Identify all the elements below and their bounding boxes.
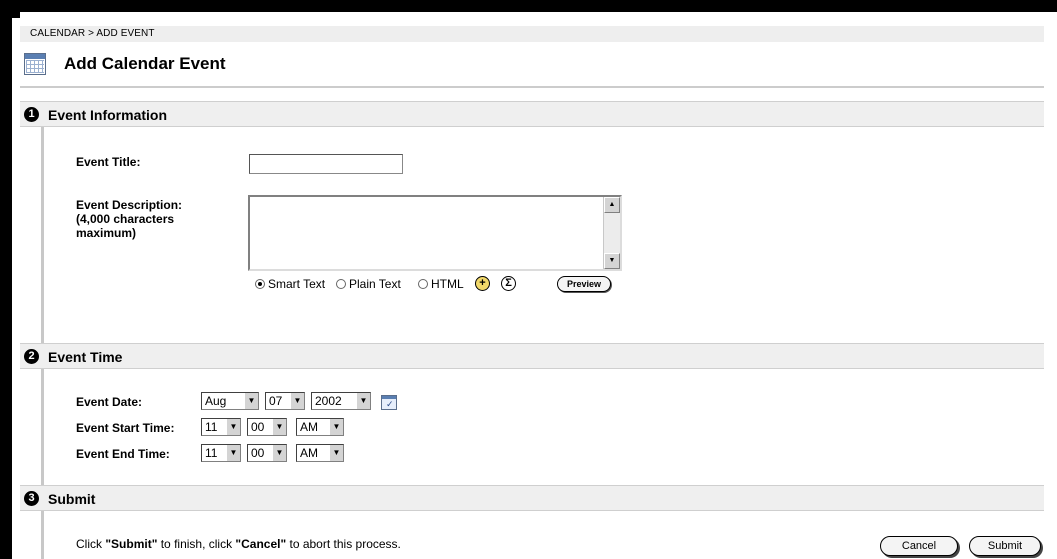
event-description-textarea[interactable]: ▲ ▼ [248,195,622,271]
dropdown-arrow-icon: ▼ [356,393,370,409]
date-month-value: Aug [205,394,227,408]
submit-button[interactable]: Submit [969,536,1041,556]
event-date-label: Event Date: [76,395,143,409]
end-hour-value: 11 [205,446,218,460]
start-hour-select[interactable]: 11 ▼ [201,418,241,436]
sigma-icon[interactable]: Σ [501,276,516,291]
step-number-icon: 2 [24,349,39,364]
window-corner [12,12,20,18]
step-number-icon: 1 [24,107,39,122]
section-guide-line [41,511,44,559]
date-year-value: 2002 [315,394,342,408]
event-title-input[interactable] [249,154,403,174]
section-title: Submit [48,491,96,507]
dropdown-arrow-icon: ▼ [329,445,343,461]
page-title: Add Calendar Event [64,54,226,73]
event-title-label: Event Title: [76,155,141,169]
event-start-time-label: Event Start Time: [76,421,175,435]
dropdown-arrow-icon: ▼ [329,419,343,435]
step-number-icon: 3 [24,491,39,506]
section-submit: 3 Submit [20,485,1044,511]
start-minute-value: 00 [251,420,265,434]
event-end-time-label: Event End Time: [76,447,170,461]
section-title: Event Information [48,107,168,123]
start-ampm-value: AM [300,420,318,434]
end-ampm-select[interactable]: AM ▼ [296,444,344,462]
end-minute-select[interactable]: 00 ▼ [247,444,287,462]
scrollbar[interactable]: ▲ ▼ [603,197,620,269]
start-minute-select[interactable]: 00 ▼ [247,418,287,436]
title-divider [20,86,1044,88]
date-day-value: 07 [269,394,283,408]
cancel-button[interactable]: Cancel [880,536,958,556]
smart-text-label: Smart Text [268,277,326,291]
html-radio[interactable] [418,279,428,289]
event-description-hint-2: maximum) [76,226,137,240]
event-description-hint: (4,000 characters [76,212,175,226]
submit-instructions: Click "Submit" to finish, click "Cancel"… [76,537,401,551]
section-guide-line [41,369,44,485]
dropdown-arrow-icon: ▼ [290,393,304,409]
event-description-label: Event Description: [76,198,183,212]
page-header: Add Calendar Event [20,50,1044,84]
dropdown-arrow-icon: ▼ [272,445,286,461]
plain-text-radio[interactable] [336,279,346,289]
end-ampm-value: AM [300,446,318,460]
plus-circle-icon[interactable]: + [475,276,490,291]
start-ampm-select[interactable]: AM ▼ [296,418,344,436]
html-label: HTML [431,277,464,291]
end-minute-value: 00 [251,446,265,460]
start-hour-value: 11 [205,420,218,434]
section-event-information: 1 Event Information [20,101,1044,127]
section-guide-line [41,127,44,343]
dropdown-arrow-icon: ▼ [244,393,258,409]
preview-button[interactable]: Preview [557,276,611,292]
date-year-select[interactable]: 2002 ▼ [311,392,371,410]
scroll-up-icon[interactable]: ▲ [604,197,620,213]
dropdown-arrow-icon: ▼ [226,419,240,435]
date-day-select[interactable]: 07 ▼ [265,392,305,410]
dropdown-arrow-icon: ▼ [226,445,240,461]
calendar-icon [24,53,46,75]
smart-text-radio[interactable] [255,279,265,289]
window-top-border [0,0,1057,12]
section-event-time: 2 Event Time [20,343,1044,369]
window-left-border [0,0,12,559]
scroll-down-icon[interactable]: ▼ [604,253,620,269]
end-hour-select[interactable]: 11 ▼ [201,444,241,462]
breadcrumb: CALENDAR > ADD EVENT [20,26,1044,42]
section-title: Event Time [48,349,123,365]
calendar-picker-icon[interactable]: ✓ [381,395,397,410]
date-month-select[interactable]: Aug ▼ [201,392,259,410]
plain-text-label: Plain Text [349,277,401,291]
dropdown-arrow-icon: ▼ [272,419,286,435]
